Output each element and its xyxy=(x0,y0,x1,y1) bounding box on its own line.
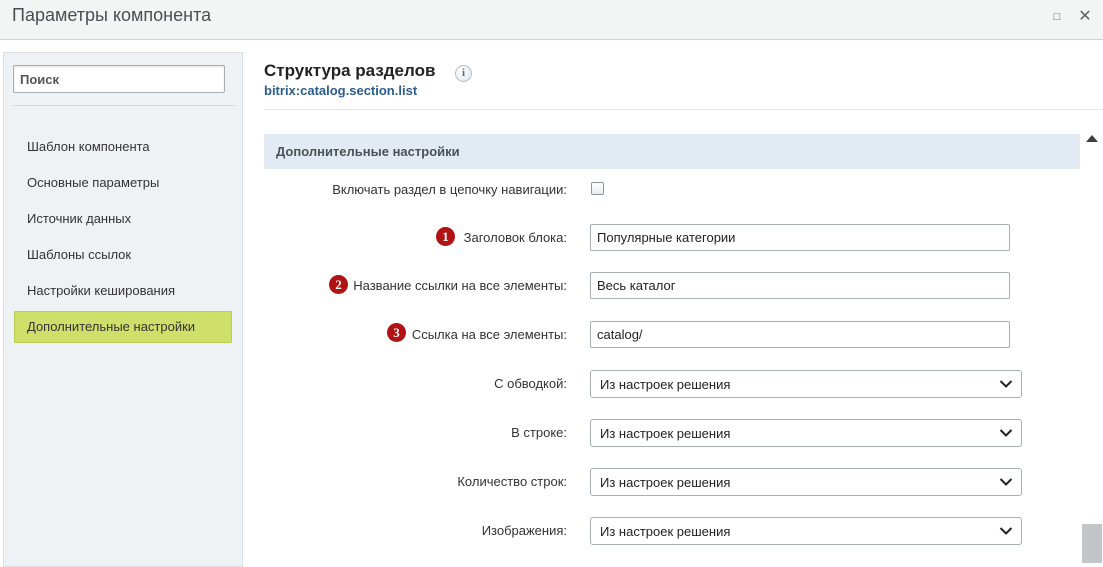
row-count-select[interactable]: Из настроек решения xyxy=(590,468,1022,496)
component-title: Структура разделов xyxy=(264,61,436,80)
chevron-down-icon xyxy=(999,527,1013,535)
header-divider xyxy=(264,109,1103,110)
nav-chain-checkbox[interactable] xyxy=(591,182,604,195)
bordered-select-value: Из настроек решения xyxy=(600,377,731,392)
badge-2: 2 xyxy=(329,275,348,294)
chevron-down-icon xyxy=(999,380,1013,388)
badge-3: 3 xyxy=(387,323,406,342)
in-row-label: В строке: xyxy=(511,425,567,440)
section-header: Дополнительные настройки xyxy=(264,134,1080,169)
block-title-input[interactable] xyxy=(590,224,1010,251)
bordered-label: С обводкой: xyxy=(494,376,567,391)
all-link-name-label: Название ссылки на все элементы: xyxy=(353,278,567,293)
sidebar-item-link-templates[interactable]: Шаблоны ссылок xyxy=(14,239,232,271)
sidebar-item-data-source[interactable]: Источник данных xyxy=(14,203,232,235)
in-row-select[interactable]: Из настроек решения xyxy=(590,419,1022,447)
images-select-value: Из настроек решения xyxy=(600,524,731,539)
in-row-select-value: Из настроек решения xyxy=(600,426,731,441)
close-icon[interactable]: ✕ xyxy=(1076,8,1094,26)
block-title-label: Заголовок блока: xyxy=(463,230,567,245)
chevron-down-icon xyxy=(999,429,1013,437)
scrollbar-track[interactable] xyxy=(1081,124,1103,563)
images-select[interactable]: Из настроек решения xyxy=(590,517,1022,545)
badge-1: 1 xyxy=(436,227,455,246)
scroll-up-arrow-icon[interactable] xyxy=(1086,135,1098,142)
window-title: Параметры компонента xyxy=(12,5,212,25)
sidebar-item-additional[interactable]: Дополнительные настройки xyxy=(14,311,232,343)
window-titlebar: Параметры компонента □ ✕ xyxy=(0,0,1103,40)
component-code: bitrix:catalog.section.list xyxy=(264,83,418,98)
sidebar-item-main-params[interactable]: Основные параметры xyxy=(14,167,232,199)
bordered-select[interactable]: Из настроек решения xyxy=(590,370,1022,398)
sidebar-item-component-template[interactable]: Шаблон компонента xyxy=(14,131,232,163)
sidebar-item-caching[interactable]: Настройки кеширования xyxy=(14,275,232,307)
row-count-label: Количество строк: xyxy=(457,474,567,489)
sidebar: Шаблон компонента Основные параметры Ист… xyxy=(3,52,243,567)
sidebar-divider xyxy=(13,105,235,106)
maximize-icon[interactable]: □ xyxy=(1048,8,1066,26)
nav-chain-label: Включать раздел в цепочку навигации: xyxy=(332,182,567,197)
all-link-url-label: Ссылка на все элементы: xyxy=(411,327,567,342)
all-link-url-input[interactable] xyxy=(590,321,1010,348)
row-count-select-value: Из настроек решения xyxy=(600,475,731,490)
images-label: Изображения: xyxy=(481,523,567,538)
scrollbar-thumb[interactable] xyxy=(1082,524,1102,563)
section-title: Дополнительные настройки xyxy=(276,144,460,159)
info-icon[interactable]: i xyxy=(455,65,472,82)
chevron-down-icon xyxy=(999,478,1013,486)
search-input[interactable] xyxy=(13,65,225,93)
all-link-name-input[interactable] xyxy=(590,272,1010,299)
